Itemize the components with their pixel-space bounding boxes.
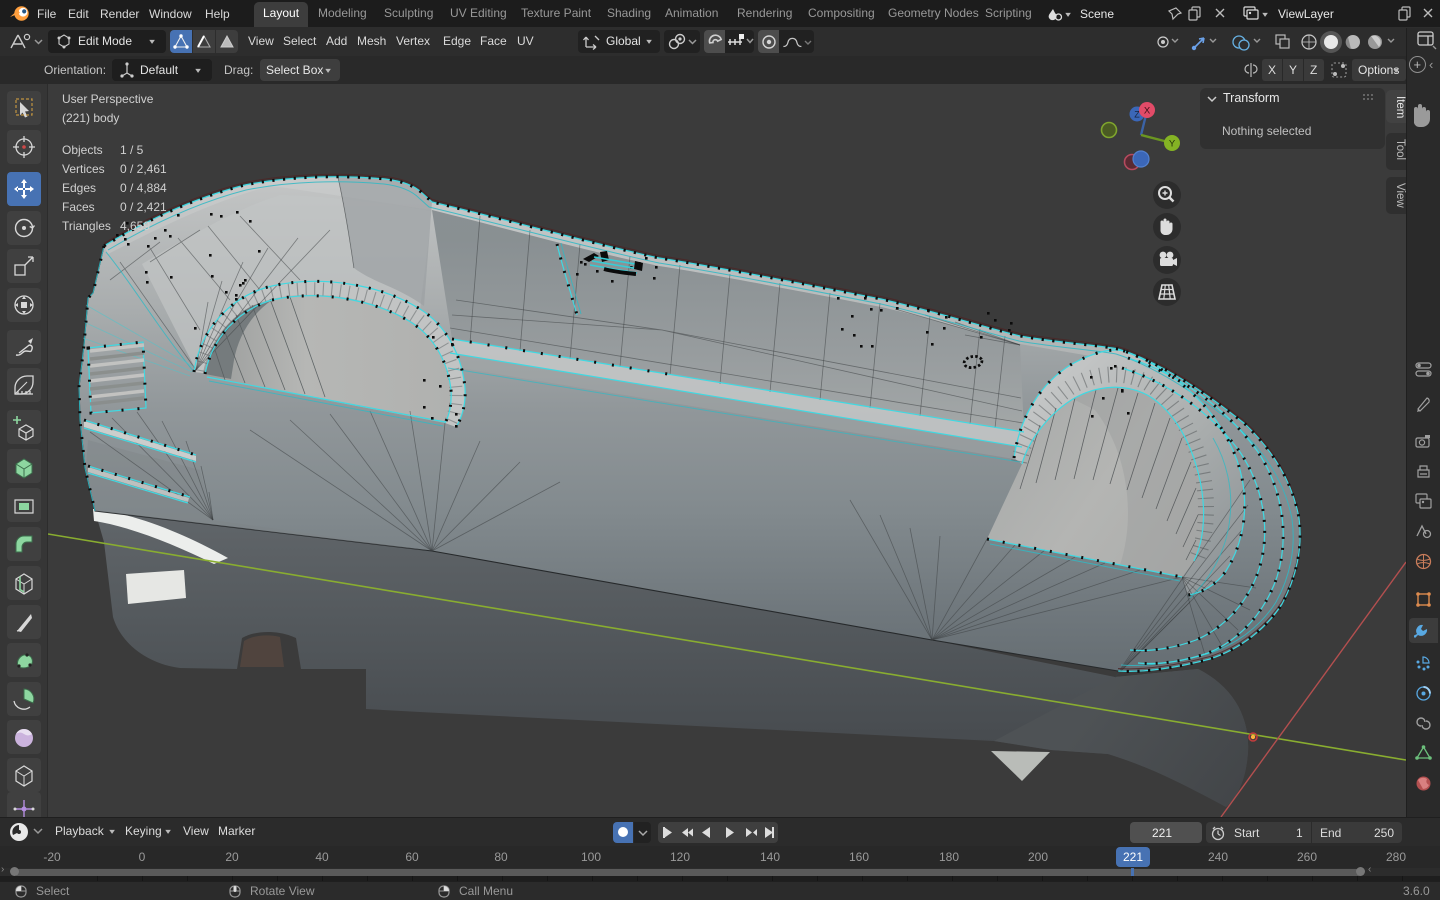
svg-text:X: X — [1144, 106, 1151, 117]
svg-text:Y: Y — [1169, 139, 1176, 150]
